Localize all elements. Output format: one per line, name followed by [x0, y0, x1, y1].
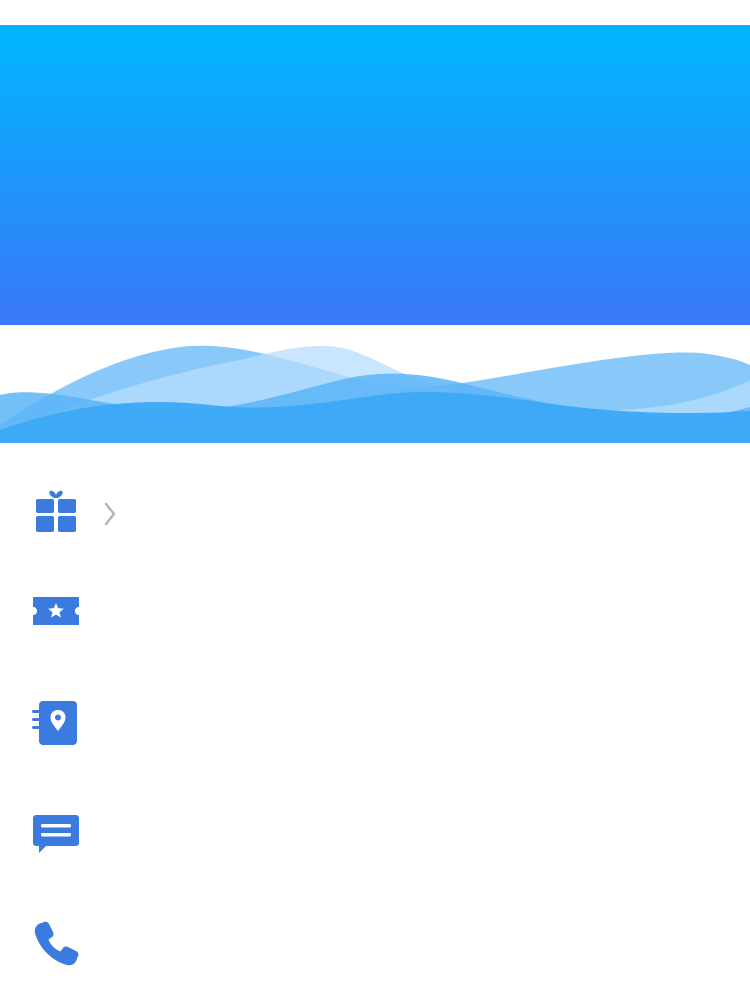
- header-banner: [0, 25, 750, 325]
- message-icon: [30, 807, 82, 859]
- phone-icon: [30, 918, 82, 970]
- chevron-right-icon: [100, 499, 120, 529]
- status-bar: [0, 0, 750, 25]
- menu-item-contact[interactable]: [0, 887, 750, 998]
- menu-list: [0, 443, 750, 998]
- menu-item-gifts[interactable]: [0, 443, 750, 554]
- profile-page: [0, 0, 750, 1000]
- menu-item-addresses[interactable]: [0, 665, 750, 776]
- ticket-icon: [30, 585, 82, 637]
- wave-decoration: [0, 325, 750, 443]
- menu-item-coupons[interactable]: [0, 554, 750, 665]
- gift-icon: [30, 485, 82, 537]
- menu-item-messages[interactable]: [0, 776, 750, 887]
- address-book-icon: [30, 696, 82, 748]
